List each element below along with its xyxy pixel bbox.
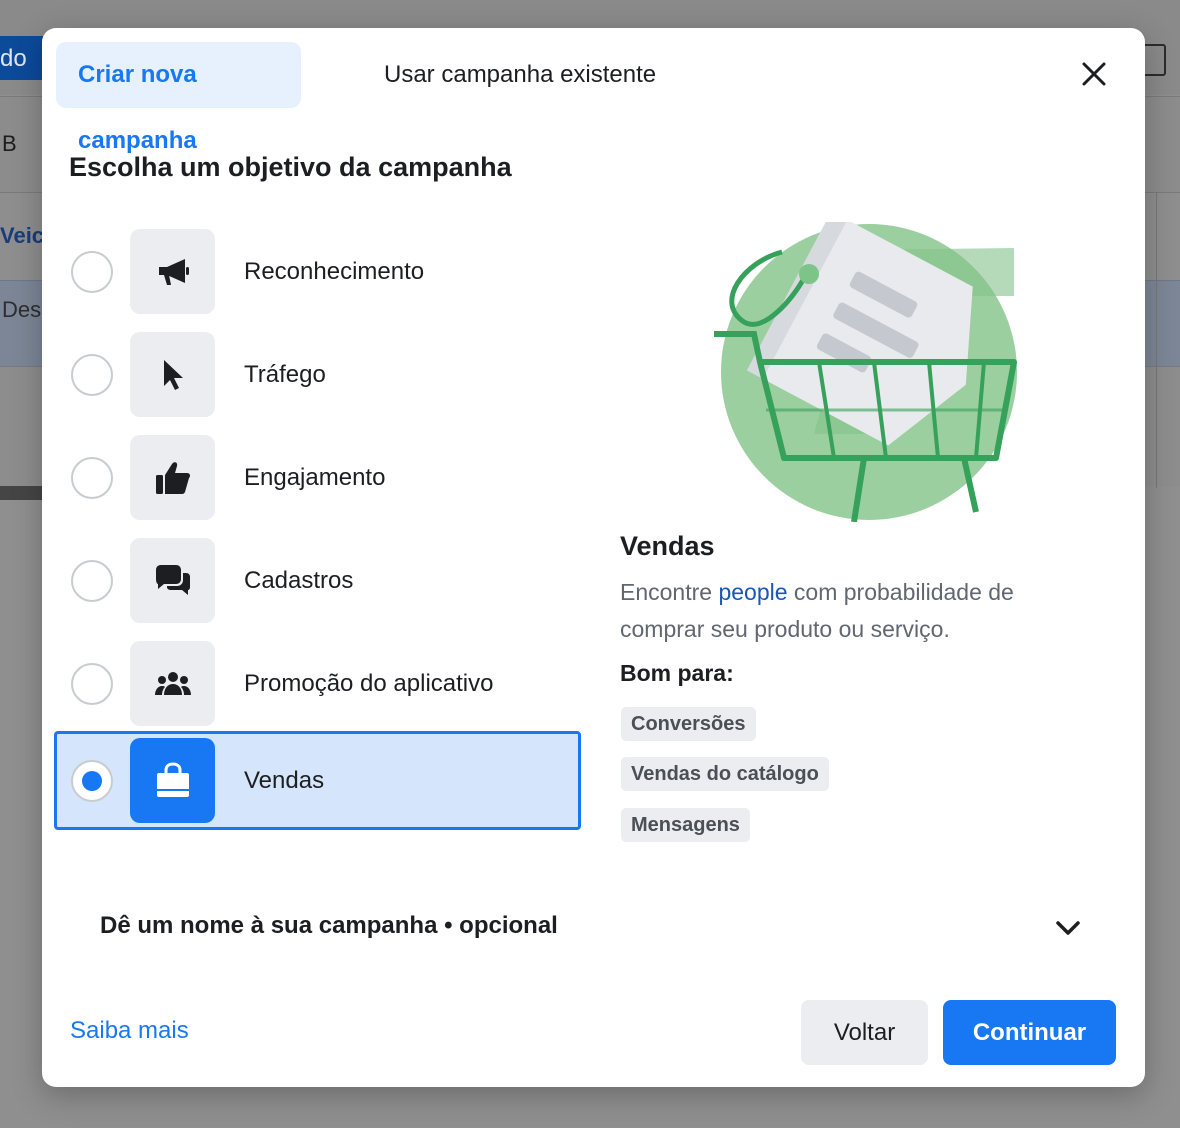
- sales-illustration: [714, 211, 1024, 523]
- description-text: Encontre: [620, 579, 719, 605]
- good-for-tag: Vendas do catálogo: [621, 757, 829, 791]
- radio-button[interactable]: [71, 663, 113, 705]
- objective-icon-box: [130, 229, 215, 314]
- thumbs-up-icon: [155, 461, 190, 494]
- good-for-label: Bom para:: [620, 660, 734, 686]
- objective-label: Promoção do aplicativo: [244, 670, 494, 697]
- chat-bubbles-icon: [155, 564, 190, 595]
- objective-label: Tráfego: [244, 361, 326, 388]
- objective-detail-title: Vendas: [620, 531, 715, 561]
- objective-option-sales[interactable]: Vendas: [54, 731, 581, 830]
- shopping-cart-price-tag-illustration: [714, 211, 1017, 523]
- objective-option-awareness[interactable]: Reconhecimento: [54, 222, 581, 321]
- objective-label: Reconhecimento: [244, 258, 425, 285]
- objective-option-engagement[interactable]: Engajamento: [54, 428, 581, 527]
- campaign-name-label: Dê um nome à sua campanha • opcional: [100, 912, 558, 939]
- background-scrollbar: [0, 486, 48, 500]
- background-divider: [1156, 192, 1157, 488]
- tab-create-new-campaign[interactable]: Criar nova campanha: [56, 42, 301, 154]
- objective-label: Vendas: [244, 767, 325, 794]
- continue-button[interactable]: Continuar: [943, 1000, 1116, 1065]
- back-button[interactable]: Voltar: [801, 1000, 928, 1065]
- objective-option-leads[interactable]: Cadastros: [54, 531, 581, 630]
- tab-use-existing-campaign[interactable]: Usar campanha existente: [362, 42, 678, 108]
- learn-more-link[interactable]: Saiba mais: [70, 1017, 189, 1045]
- radio-button[interactable]: [71, 560, 113, 602]
- objective-detail-description: Encontre people com probabilidade de com…: [620, 574, 1090, 648]
- good-for-tag: Mensagens: [621, 808, 750, 842]
- objective-icon-box: [130, 738, 215, 823]
- objective-icon-box: [130, 538, 215, 623]
- objective-label: Engajamento: [244, 464, 386, 491]
- objective-icon-box: [130, 332, 215, 417]
- campaign-name-expander[interactable]: Dê um nome à sua campanha • opcional: [42, 896, 1145, 960]
- shopping-bag-icon: [156, 761, 189, 797]
- objective-option-app-promotion[interactable]: Promoção do aplicativo: [54, 634, 581, 733]
- good-for-tag: Conversões: [621, 707, 756, 741]
- chevron-down-icon: [1056, 921, 1080, 935]
- background-row-text: Des: [2, 297, 42, 322]
- background-row-text: B: [2, 131, 17, 156]
- people-group-icon: [154, 671, 191, 695]
- background-button-label: do: [0, 45, 27, 72]
- cursor-icon: [163, 359, 183, 390]
- radio-button[interactable]: [71, 457, 113, 499]
- radio-button[interactable]: [71, 251, 113, 293]
- section-title: Escolha um objetivo da campanha: [69, 152, 512, 182]
- people-link[interactable]: people: [718, 579, 787, 605]
- objective-icon-box: [130, 641, 215, 726]
- objective-icon-box: [130, 435, 215, 520]
- megaphone-icon: [158, 258, 189, 285]
- radio-button-selected[interactable]: [71, 760, 113, 802]
- close-button[interactable]: [1076, 56, 1112, 92]
- close-icon: [1082, 62, 1106, 86]
- background-row-text: Veic: [0, 223, 45, 248]
- radio-button[interactable]: [71, 354, 113, 396]
- objective-label: Cadastros: [244, 567, 354, 594]
- objective-option-traffic[interactable]: Tráfego: [54, 325, 581, 424]
- campaign-objective-dialog: Criar nova campanha Usar campanha existe…: [42, 28, 1145, 1087]
